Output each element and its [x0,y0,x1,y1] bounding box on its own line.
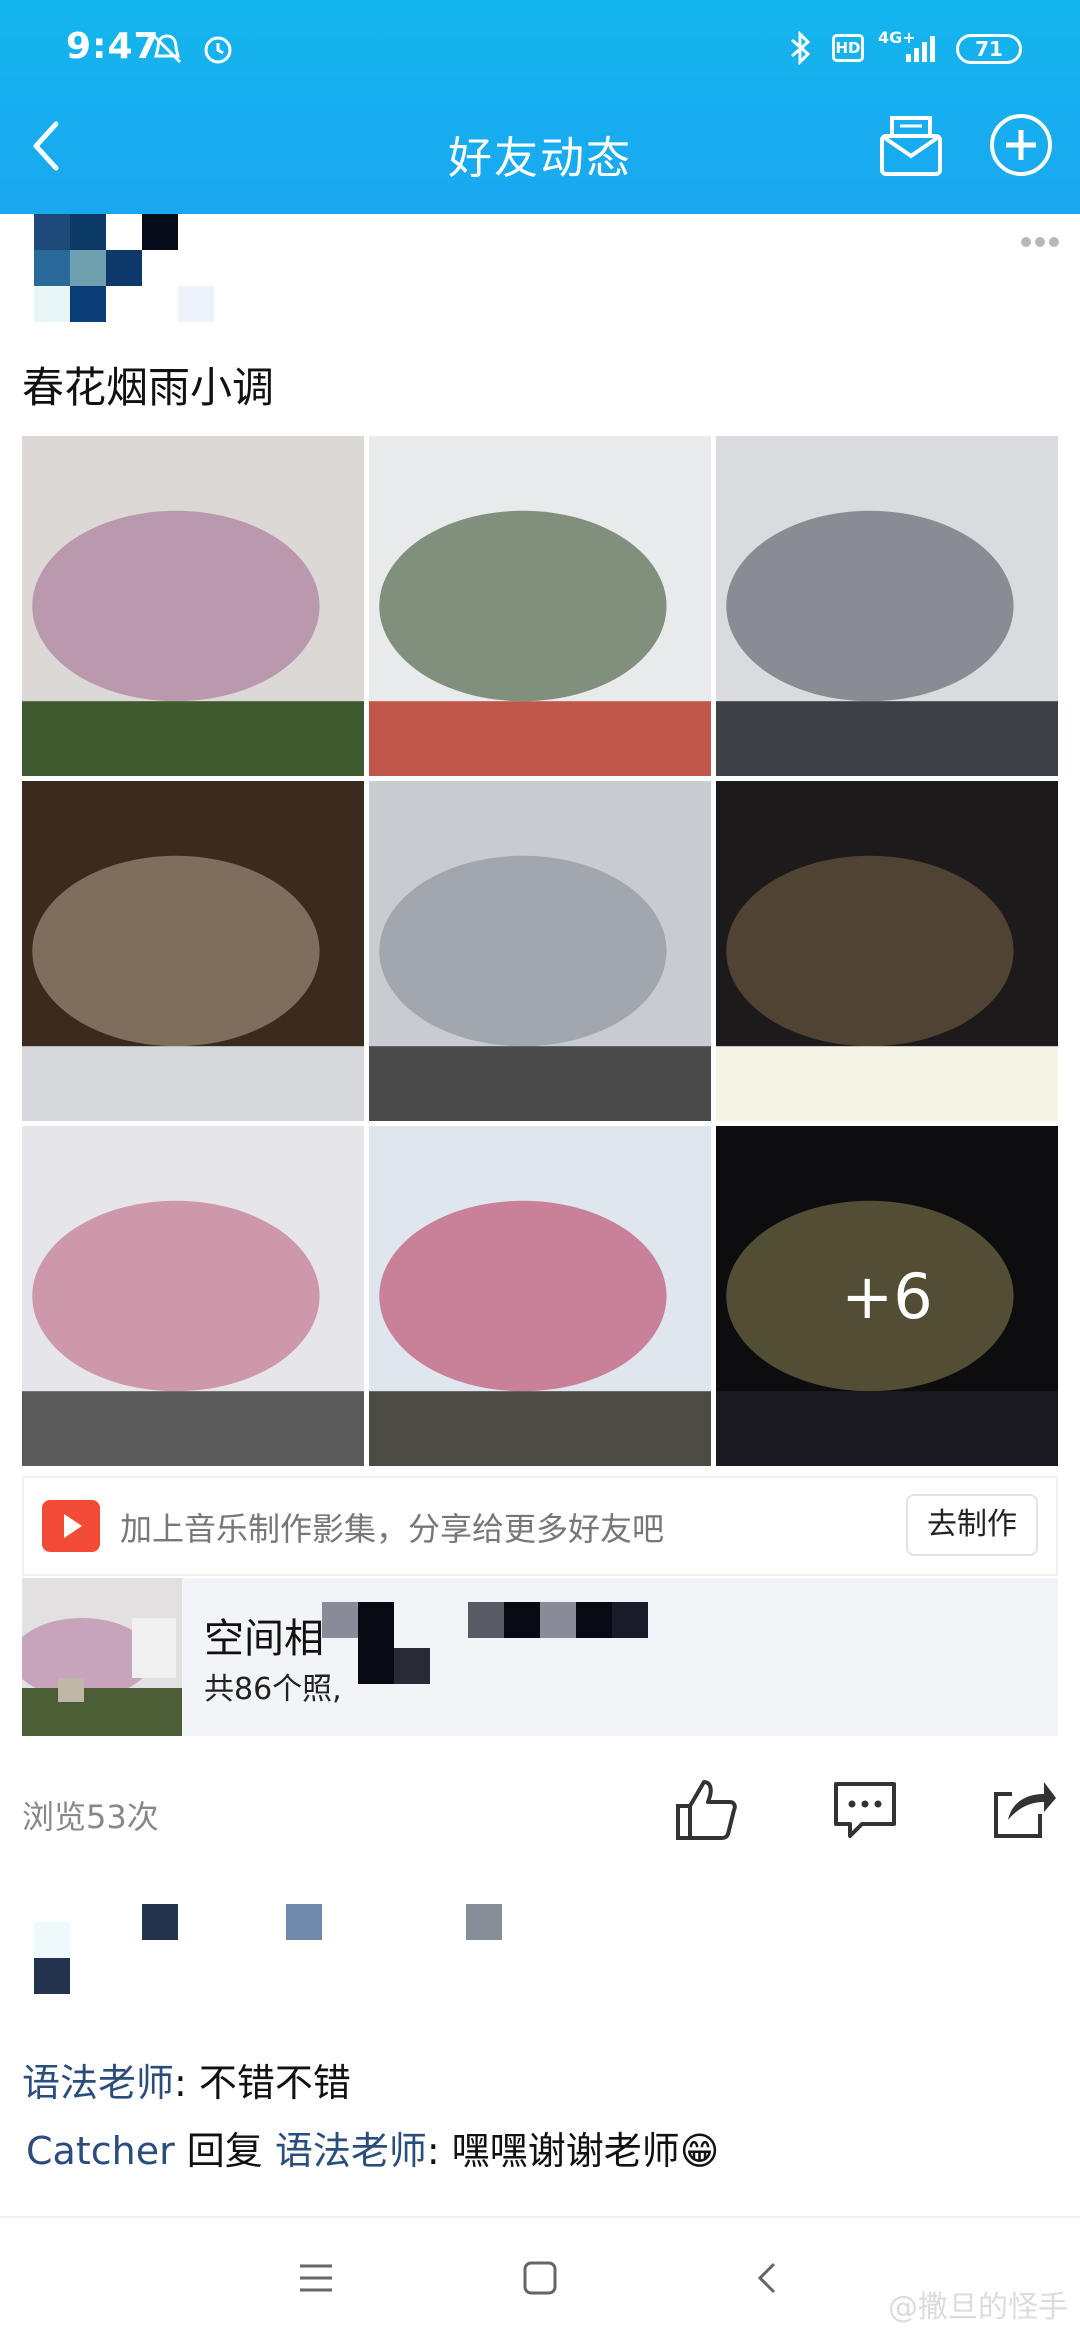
comment-text: : 嘿嘿谢谢老师😁 [426,2129,720,2173]
watermark: @撒旦的怪手 [888,2290,1068,2325]
photo-grid: +6 [22,436,1058,1476]
more-dots-icon[interactable] [1020,226,1060,256]
photo-thumbnail[interactable] [369,436,711,776]
video-play-icon [42,1500,100,1552]
comment-text: : 不错不错 [174,2061,351,2105]
view-count: 浏览53次 [22,1798,159,1836]
mute-bell-icon [152,34,182,64]
post-text: 春花烟雨小调 [22,363,275,412]
system-nav-bar: @撒旦的怪手 [0,2216,1080,2340]
signal-icon [906,34,940,62]
menu-icon[interactable] [296,2258,336,2298]
photo-thumbnail[interactable]: +6 [716,1126,1058,1466]
music-prompt-text: 加上音乐制作影集，分享给更多好友吧 [120,1510,665,1548]
header: 9:47 HD 4G+ 71 好友动态 [0,0,1080,214]
status-bar: 9:47 HD 4G+ 71 [0,0,1080,96]
comment-1: 语法老师: 不错不错 [22,2052,351,2107]
photo-thumbnail[interactable] [22,436,364,776]
battery-icon: 71 [956,34,1022,64]
photo-thumbnail[interactable] [369,1126,711,1466]
navbar: 好友动态 [0,96,1080,214]
make-album-button[interactable]: 去制作 [906,1494,1038,1556]
photo-thumbnail[interactable] [716,781,1058,1121]
photo-thumbnail[interactable] [369,781,711,1121]
music-album-prompt[interactable]: 加上音乐制作影集，分享给更多好友吧 去制作 [22,1476,1058,1576]
reply-target[interactable]: 语法老师 [275,2129,427,2173]
comment-2: Catcher 回复 语法老师: 嘿嘿谢谢老师😁 [26,2120,719,2175]
thumbs-up-icon[interactable] [670,1774,740,1844]
status-time: 9:47 [66,26,160,67]
plus-circle-icon[interactable] [986,110,1056,180]
album-count: 共86个照, [204,1672,342,1707]
album-thumbnail [22,1578,182,1736]
back-arrow-icon[interactable] [748,2258,788,2298]
album-title: 空间相 [204,1616,324,1662]
album-card[interactable]: 空间相 共86个照, [22,1578,1058,1736]
more-photos-count: +6 [841,1259,933,1333]
mail-icon[interactable] [876,110,946,180]
comment-author[interactable]: 语法老师 [22,2061,174,2105]
photo-thumbnail[interactable] [22,1126,364,1466]
comment-icon[interactable] [830,1774,900,1844]
photo-thumbnail[interactable] [22,781,364,1121]
avatar[interactable] [34,214,214,324]
bluetooth-icon [791,30,811,66]
home-square-icon[interactable] [520,2258,560,2298]
hd-badge: HD [832,34,864,62]
comment-author[interactable]: Catcher [26,2129,175,2173]
liked-by-mosaic [0,1904,1080,2024]
reply-word: 回复 [174,2129,275,2173]
alarm-icon [204,36,232,64]
photo-thumbnail[interactable] [716,436,1058,776]
share-icon[interactable] [990,1774,1060,1844]
